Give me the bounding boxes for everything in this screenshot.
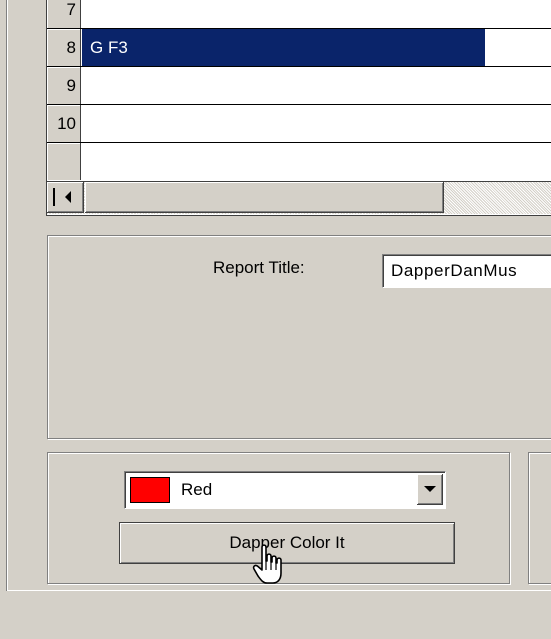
grid-cell[interactable] [82,143,551,180]
grid-cell[interactable] [82,0,551,28]
table-row-selected[interactable]: 8 G F3 [47,29,551,67]
table-row[interactable]: 10 [47,105,551,143]
table-row[interactable]: 9 [47,67,551,105]
color-dropdown-value: Red [181,480,213,499]
grid-cell[interactable] [82,67,551,104]
status-bar [0,591,551,639]
dapper-color-button[interactable]: Dapper Color It [119,522,455,564]
chevron-down-icon [424,486,436,492]
color-dropdown[interactable]: Red [124,471,446,509]
table-row-new[interactable] [47,143,551,180]
scroll-left-button[interactable] [47,182,84,213]
scroll-left-arrow-icon [65,191,71,203]
row-header[interactable]: 9 [47,67,81,104]
scroll-thumb[interactable] [85,182,444,213]
report-title-input[interactable] [382,254,551,288]
horizontal-scrollbar[interactable] [47,181,551,214]
row-header[interactable] [47,143,81,180]
scroll-home-bar [53,188,55,206]
grid-cell-selected[interactable]: G F3 [82,29,551,66]
row-header[interactable]: 10 [47,105,81,142]
table-row[interactable]: 7 [47,0,551,29]
report-title-label: Report Title: [213,258,305,277]
color-swatch [130,477,170,503]
dropdown-button[interactable] [417,474,443,505]
grid-cell[interactable] [82,105,551,142]
selected-cell-text: G F3 [82,29,485,66]
right-groupbox [528,452,551,584]
row-header[interactable]: 8 [47,29,81,66]
application-window: 7 8 G F3 9 10 Report Title: DapperDanMus… [0,0,551,639]
row-header[interactable]: 7 [47,0,81,28]
